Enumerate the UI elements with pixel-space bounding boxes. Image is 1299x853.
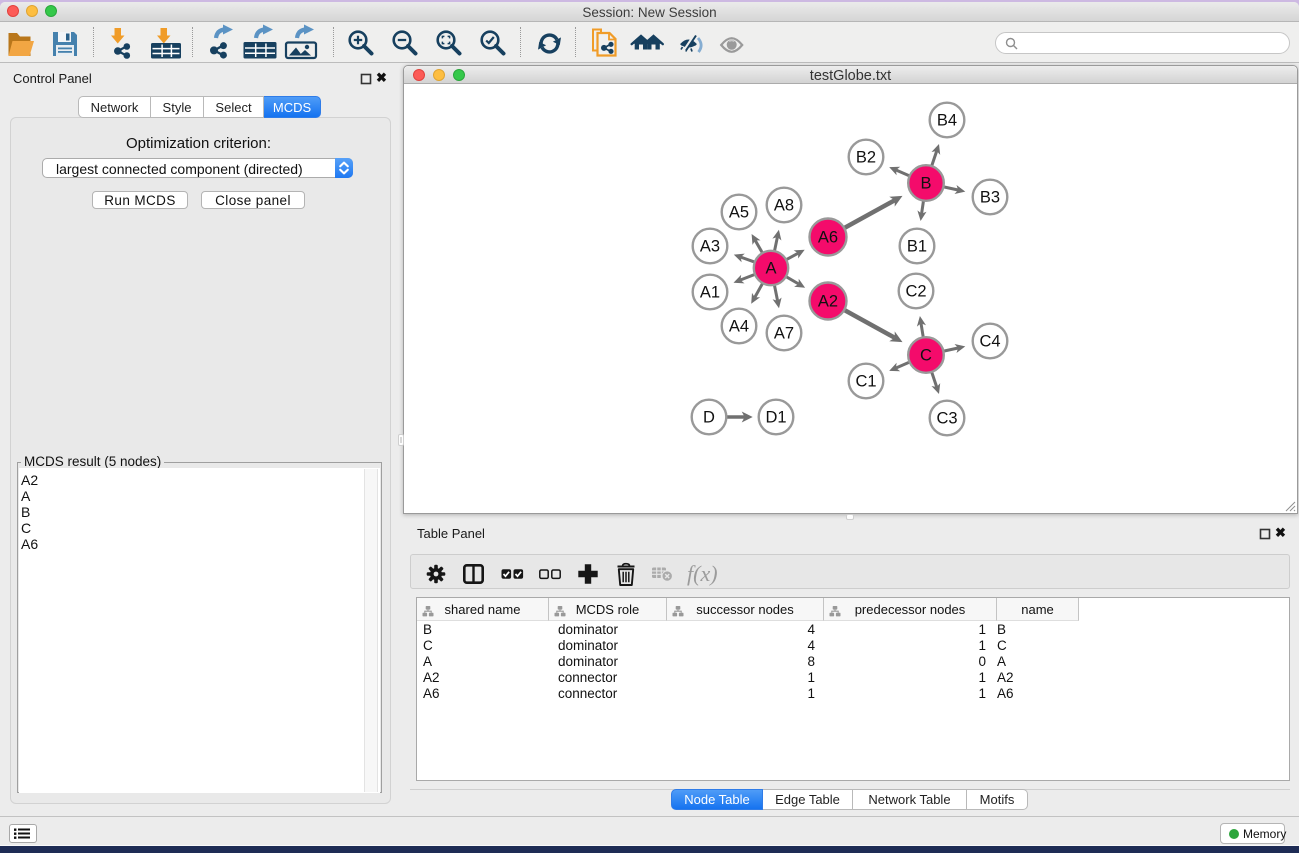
- svg-text:C1: C1: [855, 373, 876, 391]
- svg-text:D: D: [703, 409, 715, 427]
- svg-text:f(x): f(x): [687, 561, 718, 586]
- svg-text:A8: A8: [774, 197, 794, 215]
- svg-text:B3: B3: [980, 189, 1000, 207]
- svg-text:C: C: [920, 347, 932, 365]
- svg-text:C2: C2: [905, 283, 926, 301]
- svg-text:A1: A1: [700, 284, 720, 302]
- svg-text:A4: A4: [729, 318, 749, 336]
- svg-text:A7: A7: [774, 325, 794, 343]
- svg-text:B4: B4: [937, 112, 957, 130]
- svg-text:B2: B2: [856, 149, 876, 167]
- svg-text:A: A: [765, 260, 776, 278]
- svg-text:A5: A5: [729, 204, 749, 222]
- svg-text:C4: C4: [979, 333, 1000, 351]
- svg-text:A3: A3: [700, 238, 720, 256]
- svg-text:A6: A6: [818, 229, 838, 247]
- svg-text:B: B: [920, 175, 931, 193]
- svg-text:A2: A2: [818, 293, 838, 311]
- svg-text:D1: D1: [765, 409, 786, 427]
- svg-text:B1: B1: [907, 238, 927, 256]
- svg-text:C3: C3: [936, 410, 957, 428]
